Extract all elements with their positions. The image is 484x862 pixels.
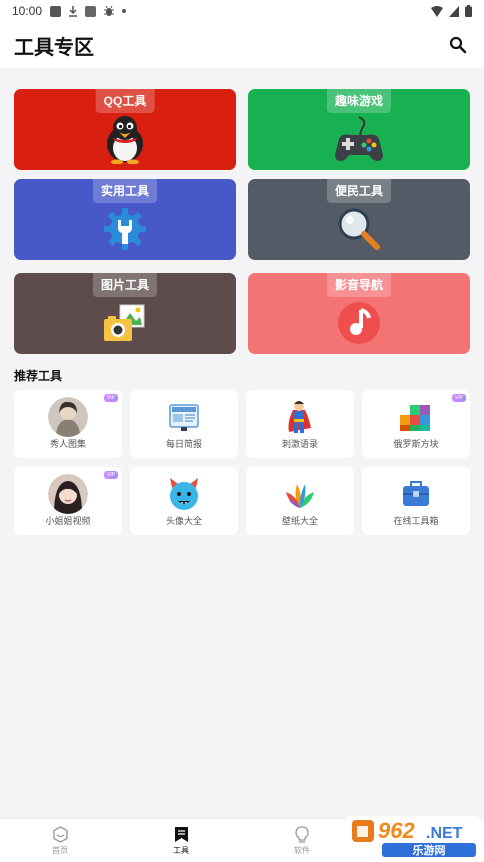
svg-text:.NET: .NET — [426, 825, 463, 842]
tool-item-online-toolbox[interactable]: 在线工具箱 — [362, 467, 470, 535]
dot-icon — [122, 9, 127, 13]
magnifier-icon — [332, 203, 386, 255]
bookmark-icon — [172, 825, 190, 843]
status-bar: 10:00 — [0, 0, 484, 22]
toolbox-icon — [396, 474, 436, 514]
tab-label: 软件 — [294, 846, 310, 855]
category-card-image-tools[interactable]: 图片工具 — [14, 273, 236, 354]
leaves-icon — [280, 474, 320, 514]
category-label: QQ工具 — [95, 89, 155, 113]
recommend-section-title: 推荐工具 — [14, 367, 62, 384]
page-title: 工具专区 — [14, 36, 94, 59]
status-notification-icons — [50, 5, 127, 17]
tool-item-wallpapers[interactable]: 壁纸大全 — [246, 467, 354, 535]
tab-label: 首页 — [52, 846, 68, 855]
tool-item-avatar-collection[interactable]: 头像大全 — [130, 467, 238, 535]
tetris-cubes-icon — [396, 397, 436, 437]
category-card-media-navigation[interactable]: 影音导航 — [248, 273, 470, 354]
tool-name: 刺激语录 — [281, 439, 318, 449]
tool-name: 壁纸大全 — [281, 516, 318, 526]
category-card-convenience-tools[interactable]: 便民工具 — [248, 179, 470, 260]
category-label: 影音导航 — [326, 273, 392, 297]
tool-name: 每日简报 — [165, 439, 202, 449]
category-card-practical-tools[interactable]: 实用工具 — [14, 179, 236, 260]
search-icon — [449, 36, 467, 54]
category-label: 趣味游戏 — [326, 89, 392, 113]
penguin-icon — [98, 113, 152, 165]
wrench-gear-icon — [98, 203, 152, 255]
svg-text:乐游网: 乐游网 — [413, 843, 446, 857]
lightbulb-icon — [293, 825, 311, 843]
tool-item-girl-videos[interactable]: VIP 小姐姐视频 — [14, 467, 122, 535]
category-label: 便民工具 — [326, 179, 392, 203]
search-button[interactable] — [446, 33, 470, 57]
tab-tools[interactable]: 工具 — [151, 823, 211, 856]
download-icon — [69, 5, 78, 17]
vip-badge: VIP — [103, 471, 118, 479]
tab-label: 工具 — [173, 846, 189, 855]
home-hexagon-icon — [51, 825, 69, 843]
superhero-icon — [280, 397, 320, 437]
svg-text:962: 962 — [378, 818, 415, 843]
devil-face-icon — [164, 474, 204, 514]
tool-item-tetris[interactable]: VIP 俄罗斯方块 — [362, 390, 470, 458]
wifi-icon — [431, 5, 443, 17]
music-note-icon — [332, 297, 386, 349]
tool-name: 小姐姐视频 — [45, 516, 91, 526]
tool-item-stimulating-quotes[interactable]: 刺激语录 — [246, 390, 354, 458]
recommend-title-text: 推荐工具 — [14, 369, 63, 383]
girl-avatar-2 — [48, 474, 88, 514]
notification-square-icon — [50, 5, 62, 17]
girl-avatar-1 — [48, 397, 88, 437]
tool-name: 秀人图集 — [49, 439, 86, 449]
newspaper-icon — [164, 397, 204, 437]
category-label: 图片工具 — [92, 273, 158, 297]
tool-name: 头像大全 — [165, 516, 202, 526]
vip-badge: VIP — [103, 394, 118, 402]
status-time: 10:00 — [12, 4, 43, 18]
tool-name: 在线工具箱 — [393, 516, 439, 526]
battery-icon — [465, 5, 472, 17]
tool-name: 俄罗斯方块 — [393, 439, 439, 449]
category-label: 实用工具 — [92, 179, 158, 203]
tab-home[interactable]: 首页 — [30, 823, 90, 856]
tool-item-daily-brief[interactable]: 每日简报 — [130, 390, 238, 458]
bug-icon — [104, 5, 115, 16]
category-card-fun-games[interactable]: 趣味游戏 — [248, 89, 470, 170]
vip-badge: VIP — [451, 394, 466, 402]
site-watermark-logo: 962 .NET 乐游网 — [344, 812, 484, 862]
app-square-icon — [85, 5, 97, 17]
signal-icon — [449, 5, 459, 17]
status-system-icons — [431, 5, 472, 17]
category-card-qq-tools[interactable]: QQ工具 — [14, 89, 236, 170]
picture-camera-icon — [98, 297, 152, 349]
app-header: 工具专区 — [0, 22, 484, 68]
tool-item-xiuren-gallery[interactable]: VIP 秀人图集 — [14, 390, 122, 458]
gamepad-icon — [332, 113, 386, 165]
tab-software[interactable]: 软件 — [272, 823, 332, 856]
